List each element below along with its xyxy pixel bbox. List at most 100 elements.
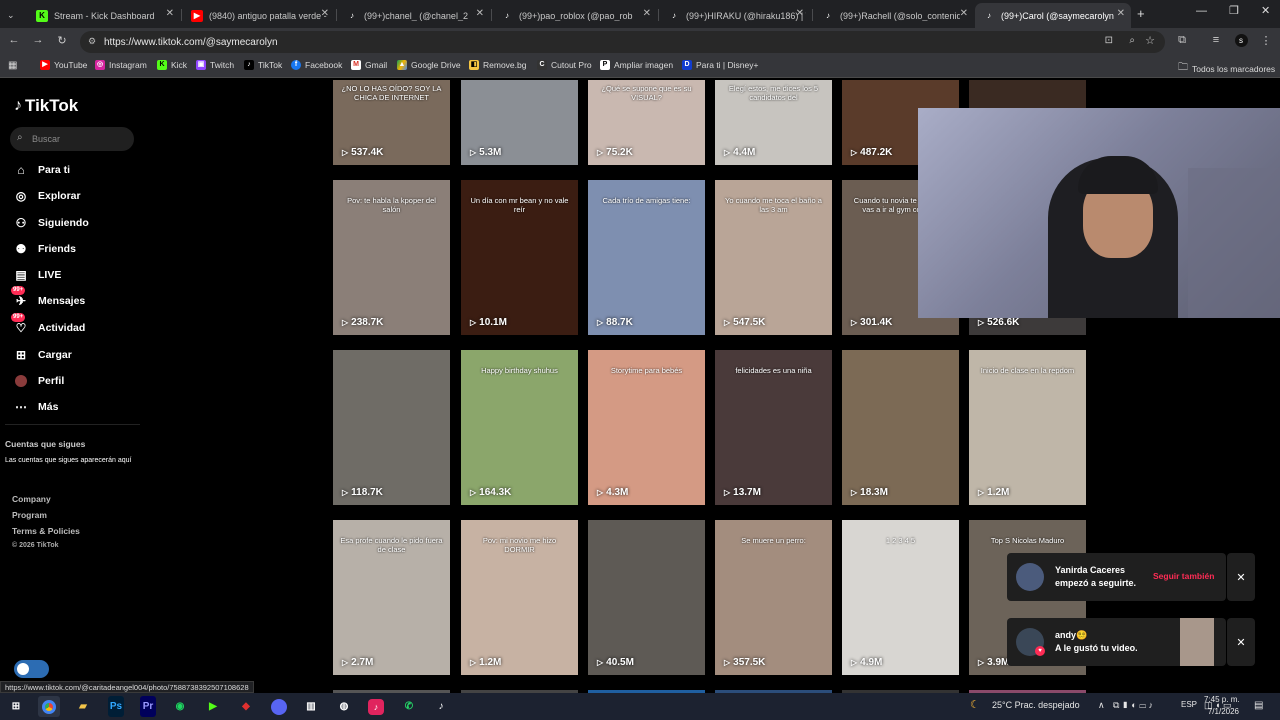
bookmark-ampliar-imagen[interactable]: P Ampliar imagen (600, 60, 673, 70)
notification-follow[interactable]: Yanirda Caceres empezó a seguirte. Segui… (1007, 553, 1226, 601)
nav-mensajes[interactable]: ✈ 99+ Mensajes (11, 286, 85, 311)
premiere-icon[interactable]: Pr (140, 696, 156, 717)
notifications-icon[interactable]: ▤ (1254, 700, 1263, 711)
close-tab-icon[interactable]: ✕ (960, 8, 968, 19)
tiktok-logo[interactable]: ♪ TikTok (14, 96, 78, 116)
obs-icon[interactable]: ◍ (333, 696, 355, 717)
tray-chevron-icon[interactable]: ∧ (1098, 700, 1105, 711)
close-tab-icon[interactable]: ✕ (643, 8, 651, 19)
photoshop-icon[interactable]: Ps (108, 696, 124, 717)
new-tab-icon[interactable]: + (1137, 6, 1145, 21)
tab-5[interactable]: ♪ (99+)Rachell (@solo_contenido ✕ (814, 3, 974, 28)
close-tab-icon[interactable]: ✕ (796, 8, 804, 19)
bookmark-kick[interactable]: K Kick (157, 60, 187, 70)
apps-icon[interactable]: ▦ (8, 60, 17, 71)
whatsapp-icon[interactable]: ✆ (398, 696, 420, 717)
bookmark-twitch[interactable]: ▣ Twitch (196, 60, 234, 70)
video-card[interactable]: ¿NO LO HAS OÍDO? SOY LA CHICA DE INTERNE… (333, 80, 450, 165)
close-tab-icon[interactable]: ✕ (1117, 8, 1125, 19)
video-card[interactable]: Yo cuando me toca el baño a las 3 am ▷ 547… (715, 180, 832, 335)
bookmark-gmail[interactable]: M Gmail (351, 60, 387, 70)
nav-actividad[interactable]: ♡ 99+ Actividad (11, 313, 85, 338)
video-card[interactable]: ▷ 40.5M (588, 520, 705, 675)
video-card[interactable]: ▷ 5.3M (461, 80, 578, 165)
video-card[interactable]: Pov: mi novio me hizo DORMIR ▷ 1.2M (461, 520, 578, 675)
nav-cargar[interactable]: ⊞ Cargar (14, 345, 72, 365)
video-card[interactable]: Storytime para bebés ▷ 4.3M (588, 350, 705, 505)
get-app-toggle[interactable] (14, 660, 49, 678)
address-bar[interactable]: ⚙ https://www.tiktok.com/@saymecarolyn ⊡… (80, 31, 1165, 53)
footer-company[interactable]: Company (12, 494, 51, 504)
extensions-icon[interactable]: ⧉ (1174, 34, 1190, 47)
video-card[interactable]: ▷ 118.7K (333, 350, 450, 505)
install-icon[interactable]: ⊡ (1105, 35, 1113, 46)
video-card[interactable]: ¿Qué se supone que es su VISUAL? ▷ 75.2K (588, 80, 705, 165)
tiktok-icon[interactable]: ♪ (430, 696, 452, 717)
bookmark-disney[interactable]: D Para ti | Disney+ (682, 60, 758, 70)
media-icon[interactable]: ≡ (1208, 34, 1224, 46)
bookmark-cutout-pro[interactable]: C Cutout Pro (537, 60, 592, 70)
close-icon[interactable]: ✕ (1227, 618, 1255, 666)
tab-1[interactable]: ▶ (9840) antiguo patalla verde - Yo ✕ (183, 3, 335, 28)
video-card[interactable]: felicidades es una niña ▷ 13.7M (715, 350, 832, 505)
restore-icon[interactable]: ❐ (1229, 4, 1239, 17)
clock-time[interactable]: 7:45 p. m. (1204, 695, 1240, 704)
video-card[interactable]: 1 2 3 4 5 ▷ 4.9M (842, 520, 959, 675)
close-tab-icon[interactable]: ✕ (321, 8, 329, 19)
windows-start-icon[interactable]: ⊞ (5, 696, 27, 717)
video-card[interactable]: Inicio de clase en la repdom ▷ 1.2M (969, 350, 1086, 505)
video-card[interactable]: Cada trío de amigas tiene: ▷ 88.7K (588, 180, 705, 335)
bookmark-facebook[interactable]: f Facebook (291, 60, 342, 70)
minimize-icon[interactable]: — (1196, 5, 1207, 17)
discord-icon[interactable] (268, 696, 290, 717)
profile-icon[interactable]: s (1233, 34, 1249, 47)
tab-search-button[interactable]: ⌄ (0, 3, 26, 28)
nav-mas[interactable]: ⋯ Más (14, 397, 58, 417)
forward-icon[interactable]: → (30, 34, 46, 46)
chrome-icon[interactable] (38, 696, 60, 717)
file-explorer-icon[interactable]: ▰ (72, 696, 94, 717)
spotify-icon[interactable]: ◉ (169, 696, 191, 717)
notification-like[interactable]: ♥ andy😵‍💫 A le gustó tu video. (1007, 618, 1226, 666)
tab-4[interactable]: ♪ (99+)HIRAKU (@hiraku186) | Ti ✕ (660, 3, 810, 28)
language-indicator[interactable]: ESP (1181, 700, 1197, 709)
weather-text[interactable]: 25°C Prac. despejado (992, 700, 1080, 710)
audio-icon[interactable]: ▥ (300, 696, 322, 717)
nav-friends[interactable]: ⚉ Friends (14, 239, 76, 259)
bookmark-tiktok[interactable]: ♪ TikTok (244, 60, 282, 70)
kick-icon[interactable]: ▶ (202, 696, 224, 717)
video-card[interactable]: Happy birthday shuhus ▷ 164.3K (461, 350, 578, 505)
footer-program[interactable]: Program (12, 510, 47, 520)
tab-0[interactable]: K Stream - Kick Dashboard ✕ (28, 3, 180, 28)
close-tab-icon[interactable]: ✕ (166, 8, 174, 19)
tray-icons[interactable]: ⧉ ▮ ◐ ▭ ♪ (1113, 700, 1153, 711)
video-card[interactable]: Esa profe cuando le pido fuera de clase ▷… (333, 520, 450, 675)
video-card[interactable]: Pov: te habla la kpoper del salón ▷ 238.7K (333, 180, 450, 335)
bookmark-remove-bg[interactable]: ◧ Remove.bg (469, 60, 526, 70)
bookmark-google-drive[interactable]: ▲ Google Drive (397, 60, 461, 70)
video-card[interactable]: Se muere un perro: ▷ 357.5K (715, 520, 832, 675)
nav-siguiendo[interactable]: ⚇ Siguiendo (14, 213, 89, 233)
bookmark-youtube[interactable]: ▶ YouTube (40, 60, 87, 70)
back-icon[interactable]: ← (6, 34, 22, 46)
follow-back-button[interactable]: Seguir también (1153, 571, 1214, 581)
zoom-icon[interactable]: ⌕ (1129, 35, 1135, 46)
video-card[interactable]: Elegí estos, me dices los 5 candidatos d… (715, 80, 832, 165)
close-window-icon[interactable]: ✕ (1261, 4, 1270, 17)
tab-2[interactable]: ♪ (99+)chanel_ (@chanel_2 ✕ (338, 3, 490, 28)
bookmark-star-icon[interactable]: ☆ (1145, 34, 1155, 47)
app-red-icon[interactable]: ◆ (235, 696, 257, 717)
close-icon[interactable]: ✕ (1227, 553, 1255, 601)
tab-6[interactable]: ♪ (99+)Carol (@saymecarolyn ✕ (975, 3, 1131, 28)
close-tab-icon[interactable]: ✕ (476, 8, 484, 19)
nav-explorar[interactable]: ◎ Explorar (14, 186, 81, 206)
tab-3[interactable]: ♪ (99+)pao_roblox (@pao_rob ✕ (493, 3, 657, 28)
video-card[interactable]: ▷ 18.3M (842, 350, 959, 505)
footer-terms[interactable]: Terms & Policies (12, 526, 80, 536)
site-info-icon[interactable]: ⚙ (88, 36, 96, 47)
nav-para-ti[interactable]: ⌂ Para ti (14, 160, 70, 180)
reload-icon[interactable]: ↻ (54, 34, 70, 47)
nav-perfil[interactable]: Perfil (14, 371, 64, 391)
all-bookmarks[interactable]: 🗀 Todos los marcadores (1178, 60, 1275, 77)
capcut-icon[interactable]: ♪ (365, 696, 387, 717)
